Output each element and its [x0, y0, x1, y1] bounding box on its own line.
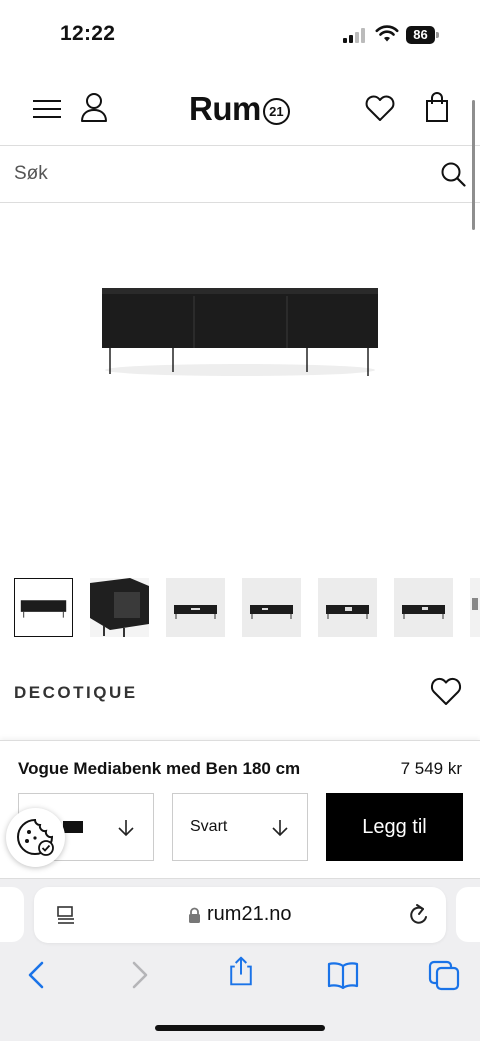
page-scrollbar[interactable]	[472, 100, 475, 230]
battery-icon: 86	[406, 26, 440, 45]
wishlist-heart-icon[interactable]	[430, 676, 462, 706]
next-tab-preview[interactable]	[456, 887, 480, 942]
color-select[interactable]: Svart	[172, 793, 308, 861]
heart-icon[interactable]	[365, 94, 395, 122]
reader-icon[interactable]	[56, 905, 76, 925]
chevron-down-icon	[118, 820, 134, 837]
battery-tip	[436, 32, 439, 38]
status-time: 12:22	[60, 22, 116, 45]
product-price: 7 549 kr	[400, 759, 462, 778]
chevron-down-icon	[272, 820, 288, 837]
status-bar: 12:22 86	[0, 0, 480, 70]
cellular-signal-icon	[343, 28, 365, 43]
url-text: rum21.no	[207, 903, 292, 925]
search-input[interactable]	[14, 146, 414, 202]
user-icon[interactable]	[80, 92, 108, 122]
add-to-cart-bar: Vogue Mediabenk med Ben 180 cm 7 549 kr …	[0, 740, 480, 878]
bag-icon[interactable]	[425, 92, 449, 122]
thumbnail[interactable]	[242, 578, 301, 637]
search-bar	[0, 145, 480, 203]
menu-icon[interactable]	[32, 98, 62, 120]
back-icon[interactable]	[22, 959, 56, 991]
thumbnail[interactable]	[166, 578, 225, 637]
color-select-value: Svart	[190, 818, 228, 835]
site-logo[interactable]: Rum 21	[189, 89, 290, 129]
reload-icon[interactable]	[408, 903, 430, 927]
site-header: Rum 21	[0, 74, 480, 144]
product-image[interactable]	[100, 260, 380, 380]
thumbnail[interactable]	[318, 578, 377, 637]
logo-badge: 21	[262, 97, 290, 125]
thumbnail[interactable]	[470, 578, 480, 637]
thumbnail[interactable]	[14, 578, 73, 637]
thumbnail[interactable]	[394, 578, 453, 637]
home-indicator[interactable]	[155, 1025, 325, 1031]
color-swatch	[63, 821, 83, 833]
add-to-cart-button[interactable]: Legg til	[326, 793, 463, 861]
share-icon[interactable]	[224, 955, 258, 987]
thumbnail-strip	[14, 578, 480, 638]
tabs-icon[interactable]	[427, 959, 461, 991]
product-brand[interactable]: DECOTIQUE	[14, 683, 138, 703]
forward-icon[interactable]	[122, 959, 156, 991]
logo-text: Rum	[189, 90, 261, 127]
thumbnail[interactable]	[90, 578, 149, 637]
cookie-icon	[17, 818, 54, 856]
search-icon[interactable]	[440, 161, 466, 187]
battery-level: 86	[406, 26, 435, 44]
address-bar[interactable]: rum21.no	[34, 887, 446, 943]
bookmarks-icon[interactable]	[326, 959, 360, 991]
browser-toolbar: rum21.no	[0, 878, 480, 1041]
previous-tab-preview[interactable]	[0, 887, 24, 942]
lock-icon	[189, 907, 200, 923]
product-name: Vogue Mediabenk med Ben 180 cm	[18, 759, 301, 778]
cookie-settings-button[interactable]	[6, 808, 65, 867]
wifi-icon	[375, 25, 399, 42]
